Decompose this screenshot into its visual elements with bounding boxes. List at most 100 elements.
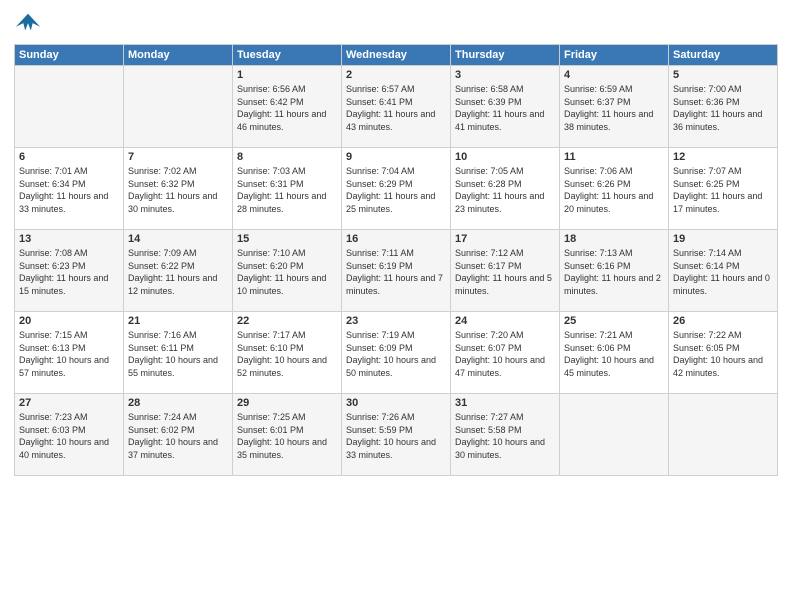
daylight: Daylight: 10 hours and 45 minutes. bbox=[564, 355, 654, 378]
cell-content: Sunrise: 6:57 AMSunset: 6:41 PMDaylight:… bbox=[346, 83, 446, 133]
sunset: Sunset: 6:17 PM bbox=[455, 261, 522, 271]
calendar-cell: 15Sunrise: 7:10 AMSunset: 6:20 PMDayligh… bbox=[233, 230, 342, 312]
daylight: Daylight: 11 hours and 28 minutes. bbox=[237, 191, 326, 214]
day-number: 27 bbox=[19, 397, 119, 409]
sunrise: Sunrise: 7:11 AM bbox=[346, 248, 414, 258]
sunset: Sunset: 6:31 PM bbox=[237, 179, 304, 189]
logo bbox=[14, 10, 44, 38]
daylight: Daylight: 11 hours and 20 minutes. bbox=[564, 191, 653, 214]
week-row-4: 27Sunrise: 7:23 AMSunset: 6:03 PMDayligh… bbox=[15, 394, 778, 476]
cell-content: Sunrise: 7:11 AMSunset: 6:19 PMDaylight:… bbox=[346, 247, 446, 297]
sunrise: Sunrise: 7:22 AM bbox=[673, 330, 742, 340]
day-number: 17 bbox=[455, 233, 555, 245]
sunrise: Sunrise: 7:00 AM bbox=[673, 84, 742, 94]
daylight: Daylight: 10 hours and 30 minutes. bbox=[455, 437, 545, 460]
cell-content: Sunrise: 7:21 AM Sunset: 6:06 PM Daylight:… bbox=[564, 329, 664, 379]
daylight: Daylight: 11 hours and 12 minutes. bbox=[128, 273, 217, 296]
sunset: Sunset: 6:11 PM bbox=[128, 343, 194, 353]
cell-content: Sunrise: 7:26 AMSunset: 5:59 PMDaylight:… bbox=[346, 411, 446, 461]
day-number: 21 bbox=[128, 315, 228, 327]
day-number: 25 bbox=[564, 315, 664, 327]
cell-content: Sunrise: 7:00 AMSunset: 6:36 PMDaylight:… bbox=[673, 83, 773, 133]
sunrise: Sunrise: 7:09 AM bbox=[128, 248, 197, 258]
day-number: 9 bbox=[346, 151, 446, 163]
calendar-table: SundayMondayTuesdayWednesdayThursdayFrid… bbox=[14, 44, 778, 476]
calendar-cell: 2Sunrise: 6:57 AMSunset: 6:41 PMDaylight… bbox=[342, 66, 451, 148]
daylight: Daylight: 11 hours and 10 minutes. bbox=[237, 273, 326, 296]
sunset: Sunset: 6:05 PM bbox=[673, 343, 740, 353]
daylight: Daylight: 11 hours and 33 minutes. bbox=[19, 191, 108, 214]
sunrise: Sunrise: 7:20 AM bbox=[455, 330, 524, 340]
logo-icon bbox=[14, 10, 42, 38]
sunset: Sunset: 6:06 PM bbox=[564, 343, 631, 353]
daylight: Daylight: 10 hours and 37 minutes. bbox=[128, 437, 218, 460]
calendar-cell: 30 Sunrise: 7:26 AMSunset: 5:59 PMDayligh… bbox=[342, 394, 451, 476]
day-number: 14 bbox=[128, 233, 228, 245]
sunset: Sunset: 6:20 PM bbox=[237, 261, 304, 271]
calendar-cell: 24Sunrise: 7:20 AMSunset: 6:07 PMDayligh… bbox=[451, 312, 560, 394]
calendar-cell: 3Sunrise: 6:58 AMSunset: 6:39 PMDaylight… bbox=[451, 66, 560, 148]
header-cell-monday: Monday bbox=[124, 45, 233, 66]
sunset: Sunset: 6:26 PM bbox=[564, 179, 631, 189]
calendar-cell: 19Sunrise: 7:14 AMSunset: 6:14 PMDayligh… bbox=[669, 230, 778, 312]
daylight: Daylight: 10 hours and 55 minutes. bbox=[128, 355, 218, 378]
cell-content: Sunrise: 7:09 AMSunset: 6:22 PMDaylight:… bbox=[128, 247, 228, 297]
day-number: 30 bbox=[346, 397, 446, 409]
calendar-cell: 11Sunrise: 7:06 AMSunset: 6:26 PMDayligh… bbox=[560, 148, 669, 230]
day-number: 11 bbox=[564, 151, 664, 163]
sunrise: Sunrise: 7:03 AM bbox=[237, 166, 306, 176]
sunrise: Sunrise: 7:14 AM bbox=[673, 248, 742, 258]
day-number: 18 bbox=[564, 233, 664, 245]
week-row-1: 6Sunrise: 7:01 AMSunset: 6:34 PMDaylight… bbox=[15, 148, 778, 230]
day-number: 22 bbox=[237, 315, 337, 327]
header-cell-wednesday: Wednesday bbox=[342, 45, 451, 66]
calendar-cell: 26Sunrise: 7:22 AMSunset: 6:05 PMDayligh… bbox=[669, 312, 778, 394]
sunrise: Sunrise: 7:13 AM bbox=[564, 248, 633, 258]
sunrise: Sunrise: 7:10 AM bbox=[237, 248, 306, 258]
cell-content: Sunrise: 7:15 AM Sunset: 6:13 PM Daylight:… bbox=[19, 329, 119, 379]
daylight: Daylight: 11 hours and 5 minutes. bbox=[455, 273, 552, 296]
page: SundayMondayTuesdayWednesdayThursdayFrid… bbox=[0, 0, 792, 486]
sunset: Sunset: 6:01 PM bbox=[237, 425, 304, 435]
sunrise: Sunrise: 7:21 AM bbox=[564, 330, 633, 340]
daylight: Daylight: 11 hours and 15 minutes. bbox=[19, 273, 108, 296]
day-number: 6 bbox=[19, 151, 119, 163]
daylight: Daylight: 11 hours and 23 minutes. bbox=[455, 191, 544, 214]
day-number: 1 bbox=[237, 69, 337, 81]
daylight: Daylight: 10 hours and 57 minutes. bbox=[19, 355, 109, 378]
sunrise: Sunrise: 7:01 AM bbox=[19, 166, 88, 176]
calendar-cell: 14 Sunrise: 7:09 AMSunset: 6:22 PMDayligh… bbox=[124, 230, 233, 312]
day-number: 23 bbox=[346, 315, 446, 327]
sunrise: Sunrise: 7:15 AM bbox=[19, 330, 88, 340]
calendar-cell bbox=[560, 394, 669, 476]
sunset: Sunset: 6:13 PM bbox=[19, 343, 86, 353]
daylight: Daylight: 11 hours and 2 minutes. bbox=[564, 273, 661, 296]
sunrise: Sunrise: 7:24 AM bbox=[128, 412, 197, 422]
cell-content: Sunrise: 6:56 AMSunset: 6:42 PMDaylight:… bbox=[237, 83, 337, 133]
daylight: Daylight: 11 hours and 30 minutes. bbox=[128, 191, 217, 214]
calendar-cell: 13Sunrise: 7:08 AMSunset: 6:23 PMDayligh… bbox=[15, 230, 124, 312]
sunset: Sunset: 6:41 PM bbox=[346, 97, 413, 107]
daylight: Daylight: 11 hours and 0 minutes. bbox=[673, 273, 770, 296]
cell-content: Sunrise: 7:03 AM Sunset: 6:31 PM Daylight:… bbox=[237, 165, 337, 215]
cell-content: Sunrise: 6:59 AMSunset: 6:37 PMDaylight:… bbox=[564, 83, 664, 133]
daylight: Daylight: 10 hours and 50 minutes. bbox=[346, 355, 436, 378]
day-number: 16 bbox=[346, 233, 446, 245]
calendar-cell: 23Sunrise: 7:19 AMSunset: 6:09 PMDayligh… bbox=[342, 312, 451, 394]
calendar-cell: 18Sunrise: 7:13 AMSunset: 6:16 PMDayligh… bbox=[560, 230, 669, 312]
day-number: 7 bbox=[128, 151, 228, 163]
daylight: Daylight: 10 hours and 42 minutes. bbox=[673, 355, 763, 378]
cell-content: Sunrise: 7:12 AMSunset: 6:17 PMDaylight:… bbox=[455, 247, 555, 297]
calendar-cell: 25 Sunrise: 7:21 AM Sunset: 6:06 PM Dayligh… bbox=[560, 312, 669, 394]
sunset: Sunset: 5:58 PM bbox=[455, 425, 522, 435]
cell-content: Sunrise: 7:10 AM Sunset: 6:20 PM Daylight:… bbox=[237, 247, 337, 297]
calendar-cell: 29Sunrise: 7:25 AMSunset: 6:01 PMDayligh… bbox=[233, 394, 342, 476]
daylight: Daylight: 10 hours and 33 minutes. bbox=[346, 437, 436, 460]
daylight: Daylight: 11 hours and 41 minutes. bbox=[455, 109, 544, 132]
day-number: 4 bbox=[564, 69, 664, 81]
day-number: 13 bbox=[19, 233, 119, 245]
header-cell-sunday: Sunday bbox=[15, 45, 124, 66]
day-number: 29 bbox=[237, 397, 337, 409]
sunrise: Sunrise: 7:07 AM bbox=[673, 166, 742, 176]
header-cell-saturday: Saturday bbox=[669, 45, 778, 66]
